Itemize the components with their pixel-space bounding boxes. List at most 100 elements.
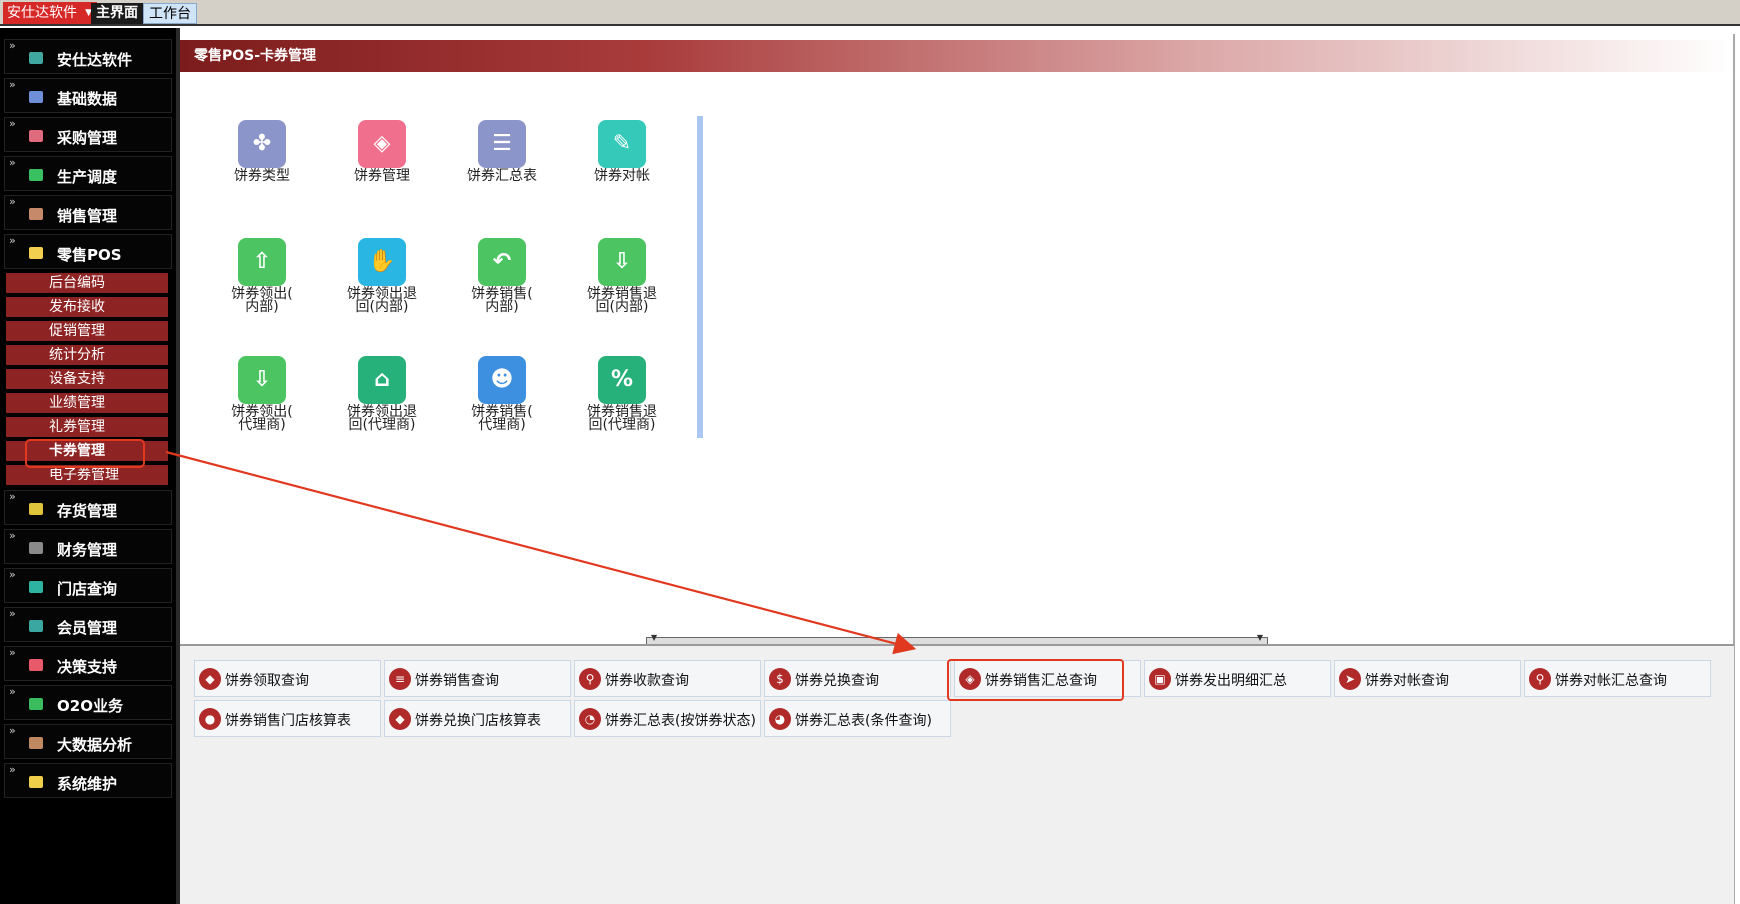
sidebar-item[interactable]: » O2O业务 [4, 685, 172, 720]
function-tile[interactable]: ⇩ 饼券领出(代理商) [207, 356, 317, 432]
query-button[interactable]: ◔ 饼券汇总表(按饼券状态) [574, 700, 761, 737]
sidebar-item[interactable]: » 决策支持 [4, 646, 172, 681]
expand-chevron-icon: » [9, 646, 16, 659]
function-tile[interactable]: ◈ 饼券管理 [327, 120, 437, 183]
query-button[interactable]: ◆ 饼券领取查询 [194, 660, 381, 697]
module-icon [29, 620, 43, 632]
query-button[interactable]: ≡ 饼券销售查询 [384, 660, 571, 697]
tile-icon: ✎ [598, 120, 646, 168]
sidebar-item[interactable]: » 生产调度 [4, 156, 172, 191]
tab-main[interactable]: 主界面 [91, 3, 143, 24]
page-title: 零售POS-卡券管理 [180, 40, 1734, 72]
function-tile[interactable]: ✋ 饼券领出退 回(内部) [327, 238, 437, 314]
tile-icon: ☰ [478, 120, 526, 168]
app-menu-button[interactable]: 安仕达软件 ▼ [3, 2, 97, 24]
query-label: 饼券汇总表(条件查询) [795, 713, 932, 729]
query-label: 饼券销售门店核算表 [225, 713, 351, 729]
query-button[interactable]: ▣ 饼券发出明细汇总 [1144, 660, 1331, 697]
expand-chevron-icon: » [9, 234, 16, 247]
query-button[interactable]: ◆ 饼券兑换门店核算表 [384, 700, 571, 737]
sidebar-item[interactable]: » 系统维护 [4, 763, 172, 798]
tile-label: 饼券销售(代理商) [471, 404, 533, 433]
sidebar-item-label: 大数据分析 [57, 736, 133, 754]
query-icon: ◆ [389, 708, 411, 730]
expand-chevron-icon: » [9, 763, 16, 776]
query-button[interactable]: ● 饼券销售门店核算表 [194, 700, 381, 737]
top-bar: 安仕达软件 ▼ 主界面 工作台 [0, 0, 1740, 26]
sidebar-subitem[interactable]: 促销管理 [6, 321, 168, 341]
sidebar-item-label: 零售POS [57, 246, 122, 264]
module-icon [29, 169, 43, 181]
sidebar-subitem[interactable]: 统计分析 [6, 345, 168, 365]
expand-chevron-icon: » [9, 568, 16, 581]
sidebar-item[interactable]: » 大数据分析 [4, 724, 172, 759]
tile-label: 饼券管理 [354, 168, 410, 184]
function-tile[interactable]: % 饼券销售退 回(代理商) [567, 356, 677, 432]
expand-chevron-icon: » [9, 39, 16, 52]
sidebar-item[interactable]: » 会员管理 [4, 607, 172, 642]
query-icon: ● [199, 708, 221, 730]
function-tile[interactable]: ⇧ 饼券领出(内部) [207, 238, 317, 314]
sidebar-item-label: 会员管理 [57, 619, 118, 637]
sidebar-item-label: 决策支持 [57, 658, 118, 676]
tab-workbench[interactable]: 工作台 [143, 3, 197, 24]
expand-chevron-icon: » [9, 490, 16, 503]
sidebar-subitem[interactable]: 发布接收 [6, 297, 168, 317]
tile-icon: ✋ [358, 238, 406, 286]
tile-icon: ↶ [478, 238, 526, 286]
tile-icon: ⌂ [358, 356, 406, 404]
query-button[interactable]: ⚲ 饼券收款查询 [574, 660, 761, 697]
function-tile[interactable]: ⌂ 饼券领出退 回(代理商) [327, 356, 437, 432]
module-icon [29, 659, 43, 671]
sidebar-subitem[interactable]: 后台编码 [6, 273, 168, 293]
query-button[interactable]: $ 饼券兑换查询 [764, 660, 951, 697]
tile-icon: ◈ [358, 120, 406, 168]
sidebar-item-label: 门店查询 [57, 580, 118, 598]
query-icon: ⚲ [579, 668, 601, 690]
sidebar-subitem[interactable]: 业绩管理 [6, 393, 168, 413]
sidebar-item[interactable]: » 采购管理 [4, 117, 172, 152]
query-button[interactable]: ◕ 饼券汇总表(条件查询) [764, 700, 951, 737]
module-icon [29, 130, 43, 142]
query-icon: $ [769, 668, 791, 690]
sidebar-item-label: 销售管理 [57, 207, 118, 225]
tile-icon: ⇩ [238, 356, 286, 404]
sidebar-subitem[interactable]: 设备支持 [6, 369, 168, 389]
sidebar-item-label: O2O业务 [57, 697, 123, 715]
function-tile[interactable]: ✎ 饼券对帐 [567, 120, 677, 183]
sidebar-item[interactable]: » 安仕达软件 [4, 39, 172, 74]
function-tile[interactable]: ↶ 饼券销售(内部) [447, 238, 557, 314]
tile-label: 饼券销售退 回(代理商) [587, 404, 657, 433]
sidebar-item-label: 基础数据 [57, 90, 118, 108]
function-tile[interactable]: ☻ 饼券销售(代理商) [447, 356, 557, 432]
query-icon: ≡ [389, 668, 411, 690]
sidebar-item-label: 安仕达软件 [57, 51, 133, 69]
app-menu-label: 安仕达软件 [7, 5, 77, 21]
query-button[interactable]: ➤ 饼券对帐查询 [1334, 660, 1521, 697]
expand-chevron-icon: » [9, 156, 16, 169]
sidebar-item[interactable]: » 销售管理 [4, 195, 172, 230]
sidebar-item[interactable]: » 基础数据 [4, 78, 172, 113]
module-icon [29, 698, 43, 710]
tile-label: 饼券领出(内部) [231, 286, 293, 315]
tile-label: 饼券领出退 回(代理商) [347, 404, 417, 433]
tile-icon: ☻ [478, 356, 526, 404]
query-icon: ◆ [199, 668, 221, 690]
query-button[interactable]: ⚲ 饼券对帐汇总查询 [1524, 660, 1711, 697]
function-tile[interactable]: ⇩ 饼券销售退 回(内部) [567, 238, 677, 314]
function-tile[interactable]: ☰ 饼券汇总表 [447, 120, 557, 183]
sidebar-subitem-selected[interactable]: 卡券管理 [6, 441, 168, 461]
query-icon: ▣ [1149, 668, 1171, 690]
sidebar-subitem[interactable]: 礼券管理 [6, 417, 168, 437]
query-button[interactable]: ◈ 饼券销售汇总查询 [954, 660, 1141, 697]
sidebar-item-label: 采购管理 [57, 129, 118, 147]
arrow-down-icon: ▼ [651, 633, 658, 642]
sidebar-item[interactable]: » 零售POS [4, 234, 172, 269]
query-label: 饼券销售查询 [415, 673, 499, 689]
sidebar-subitem[interactable]: 电子券管理 [6, 465, 168, 485]
module-icon [29, 737, 43, 749]
sidebar-item[interactable]: » 存货管理 [4, 490, 172, 525]
sidebar-item[interactable]: » 财务管理 [4, 529, 172, 564]
sidebar-item[interactable]: » 门店查询 [4, 568, 172, 603]
function-tile[interactable]: ✤ 饼券类型 [207, 120, 317, 183]
